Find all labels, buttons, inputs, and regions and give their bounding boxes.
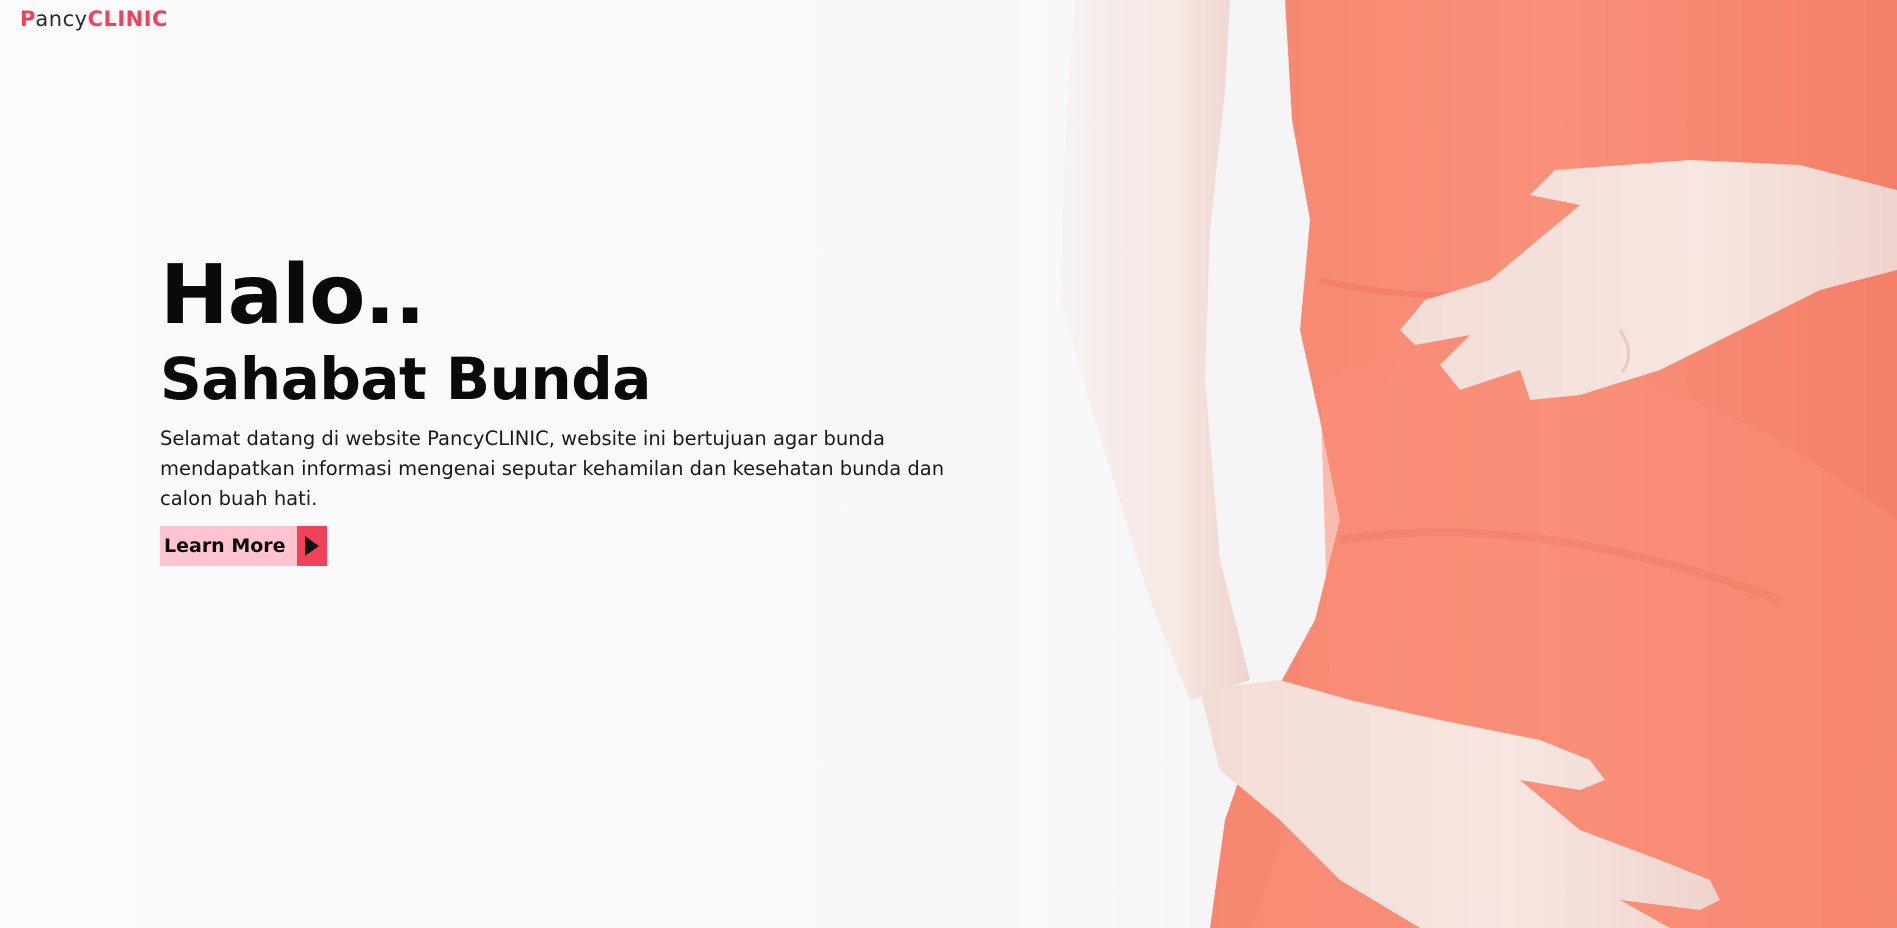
brand-logo[interactable]: PancyCLINIC (20, 6, 168, 32)
learn-more-label: Learn More (160, 526, 297, 566)
hero-copy: Halo.. Sahabat Bunda Selamat datang di w… (160, 250, 980, 566)
hero-section: PancyCLINIC Halo.. Sahabat Bunda Selamat… (0, 0, 1897, 928)
play-arrow-glyph (304, 536, 319, 556)
learn-more-button[interactable]: Learn More (160, 526, 327, 566)
brand-name: ancy (35, 7, 88, 31)
hero-subtitle: Sahabat Bunda (160, 345, 651, 413)
hero-greeting: Halo.. (160, 248, 426, 343)
play-arrow-icon (296, 526, 327, 566)
brand-clinic: CLINIC (87, 7, 168, 31)
hero-description: Selamat datang di website PancyCLINIC, w… (160, 427, 945, 510)
photo-fade-overlay (1020, 0, 1200, 928)
brand-initial: P (20, 7, 36, 31)
